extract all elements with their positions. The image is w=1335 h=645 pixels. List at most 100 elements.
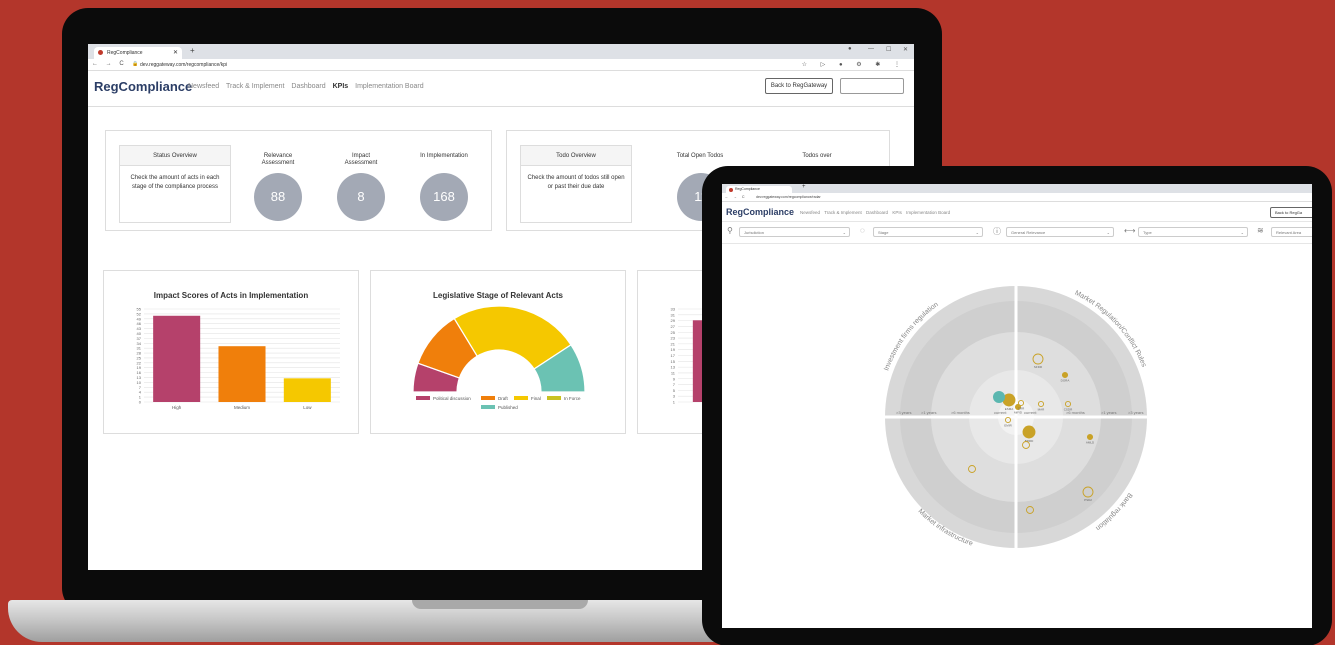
kpi-label-impact: Impact Assessment: [344, 153, 378, 166]
kpi-label-implementation: In Implementation: [420, 153, 468, 159]
y-tick-label: 3: [673, 394, 676, 399]
minimize-icon[interactable]: —: [868, 46, 874, 52]
y-tick-label: 43: [137, 326, 142, 331]
legislative-chart-card: Legislative Stage of Relevant Acts Polit…: [370, 270, 626, 434]
type-select[interactable]: Type ⌄: [1138, 227, 1248, 237]
impact-bar-chart: 014710131619222528313437404346495255 High…: [137, 307, 340, 410]
close-window-icon[interactable]: ✕: [903, 46, 908, 53]
legend-label: Draft: [498, 396, 509, 401]
legend-swatch: [481, 396, 495, 400]
nav-newsfeed[interactable]: Newsfeed: [800, 210, 820, 215]
y-tick-label: 19: [137, 365, 142, 370]
brand-logo[interactable]: RegCompliance: [94, 79, 192, 94]
radar-item-label: SFDR: [1034, 365, 1043, 369]
kpi-value-impact[interactable]: 8: [337, 173, 385, 221]
radar-item-label: DORA: [1061, 379, 1070, 383]
y-tick-label: 5: [673, 388, 676, 393]
search-input[interactable]: [840, 78, 904, 94]
tab-title: RegCompliance: [107, 50, 143, 56]
y-tick-label: 19: [671, 347, 676, 352]
y-tick-label: 0: [139, 400, 142, 405]
y-tick-label: 27: [671, 324, 676, 329]
tablet-app-navbar: RegCompliance Newsfeed Track & Implement…: [722, 202, 1312, 222]
ring-label-right: >1 years: [1101, 410, 1116, 415]
new-tab-icon[interactable]: +: [802, 184, 806, 190]
legend-swatch: [416, 396, 430, 400]
radar-item-label: AMLD: [1086, 441, 1095, 445]
tablet-filter-bar: ⚲ Jurisdiction ⌄ ◌ Stage ⌄ ⓘ General Relev…: [722, 222, 1312, 244]
info-icon: ⓘ: [993, 227, 1001, 236]
legend-label: Published: [498, 405, 518, 410]
y-tick-label: 13: [137, 375, 142, 380]
general-relevance-select[interactable]: General Relevance ⌄: [1006, 227, 1114, 237]
tablet-browser-tabbar: RegCompliance +: [722, 184, 1312, 193]
back-forward-reload-icon[interactable]: ← → C: [92, 61, 127, 67]
profile-icon[interactable]: ●: [848, 46, 852, 52]
y-tick-label: 16: [137, 370, 142, 375]
radar-item-amld: [1086, 433, 1094, 441]
back-to-reggateway-button[interactable]: Back to RegGa: [1270, 207, 1312, 218]
browser-tab[interactable]: RegCompliance ✕: [94, 47, 182, 59]
circle-icon: ◌: [860, 226, 865, 235]
relevant-area-select[interactable]: Relevant Area: [1271, 227, 1312, 237]
radar-item-label: ESMA: [1005, 407, 1014, 411]
y-tick-label: 49: [137, 316, 142, 321]
new-tab-icon[interactable]: +: [190, 46, 195, 55]
nav-kpis[interactable]: KPIs: [333, 83, 349, 90]
bar-medium: [218, 346, 266, 402]
nav-implementation-board[interactable]: Implementation Board: [906, 210, 950, 215]
nav-links: Newsfeed Track & Implement Dashboard KPI…: [188, 83, 429, 90]
ring-label-left: >1 years: [921, 410, 936, 415]
y-tick-label: 23: [671, 336, 676, 341]
layers-icon: ≋: [1257, 226, 1264, 235]
back-to-reggateway-button[interactable]: Back to RegGateway: [765, 78, 833, 94]
kpi-value-relevance[interactable]: 88: [254, 173, 302, 221]
tablet-brand-logo[interactable]: RegCompliance: [726, 207, 794, 217]
x-tick-label: Low: [303, 405, 312, 410]
radar-item-label: EMIR: [1004, 424, 1012, 428]
favicon-icon: [98, 50, 103, 55]
relevant-area-placeholder: Relevant Area: [1276, 230, 1302, 235]
y-tick-label: 25: [671, 330, 676, 335]
arrows-icon: ⟷: [1124, 226, 1136, 235]
maximize-icon[interactable]: ☐: [886, 46, 891, 53]
radar-item-label: MAR: [1038, 408, 1046, 412]
stage-select[interactable]: Stage ⌄: [873, 227, 983, 237]
y-tick-label: 25: [137, 355, 142, 360]
legend-swatch: [547, 396, 561, 400]
y-tick-label: 22: [137, 360, 142, 365]
browser-tabbar: RegCompliance ✕ + ● — ☐ ✕: [88, 44, 914, 59]
kpi-value-implementation[interactable]: 168: [420, 173, 468, 221]
general-relevance-placeholder: General Relevance: [1011, 230, 1046, 235]
type-placeholder: Type: [1143, 230, 1152, 235]
y-tick-label: 55: [137, 307, 142, 312]
map-pin-icon: ⚲: [727, 226, 733, 235]
nav-kpis[interactable]: KPIs: [892, 210, 902, 215]
jurisdiction-select[interactable]: Jurisdiction ⌄: [739, 227, 850, 237]
back-forward-reload-icon[interactable]: ← → C: [725, 195, 746, 199]
chevron-down-icon: ⌄: [1240, 230, 1244, 235]
legend-label: In Force: [564, 396, 581, 401]
nav-track-implement[interactable]: Track & Implement: [824, 210, 862, 215]
close-icon[interactable]: ✕: [173, 49, 178, 56]
y-tick-label: 11: [671, 370, 676, 375]
ring-label-right: >3 years: [1128, 410, 1143, 415]
url-field[interactable]: dev.reggateway.com/regcompliance/kpi: [140, 62, 227, 68]
chevron-down-icon: ⌄: [975, 230, 979, 235]
legend-swatch: [514, 396, 528, 400]
legislative-doughnut-chart: Political discussion Draft Final In Force Pu…: [412, 305, 586, 410]
nav-dashboard[interactable]: Dashboard: [291, 83, 325, 90]
tablet-browser-tab[interactable]: RegCompliance: [726, 186, 792, 193]
y-tick-label: 28: [137, 351, 142, 356]
tablet-url-field[interactable]: dev.reggateway.com/regcompliance/radar: [756, 195, 821, 199]
nav-newsfeed[interactable]: Newsfeed: [188, 83, 219, 90]
extension-icons[interactable]: ☆ ▷ ● ⚙ ✱ ⋮: [802, 61, 906, 68]
nav-dashboard[interactable]: Dashboard: [866, 210, 888, 215]
todo-overview-description: Check the amount of todos still open or …: [527, 175, 625, 190]
address-bar: ← → C 🔒 dev.reggateway.com/regcompliance…: [88, 59, 914, 71]
nav-implementation-board[interactable]: Implementation Board: [355, 83, 423, 90]
y-tick-label: 52: [137, 311, 142, 316]
y-tick-label: 17: [671, 353, 676, 358]
nav-track-implement[interactable]: Track & Implement: [226, 83, 284, 90]
app-navbar: RegCompliance Newsfeed Track & Implement…: [88, 71, 914, 107]
